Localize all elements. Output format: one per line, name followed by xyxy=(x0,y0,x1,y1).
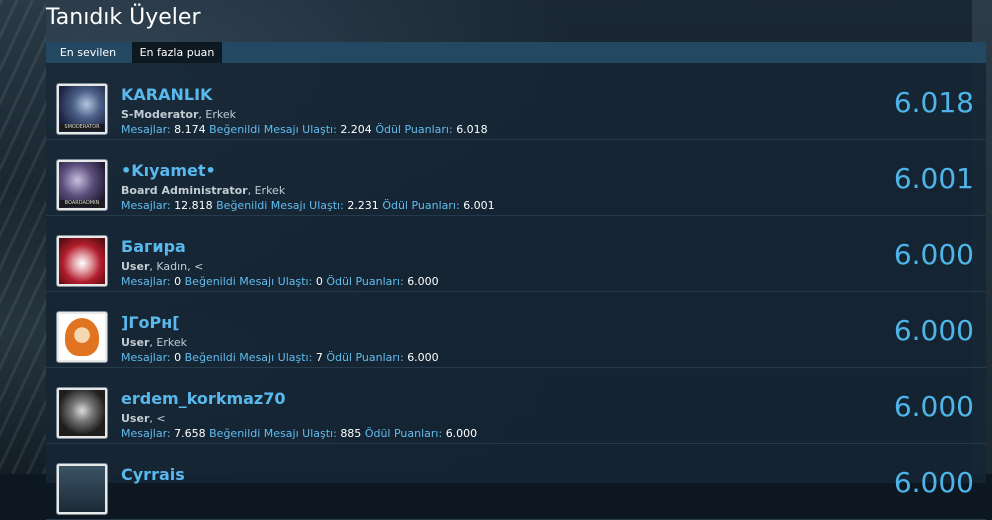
likes-value: 7 xyxy=(315,351,323,364)
member-name[interactable]: ]ГоРн[ xyxy=(121,313,180,333)
member-role: User xyxy=(121,260,150,273)
member-info: User, < xyxy=(121,412,166,426)
member-info: Board Administrator, Erkek xyxy=(121,184,285,198)
member-details: , Erkek xyxy=(198,108,237,121)
points-label: Ödül Puanları: xyxy=(375,123,453,136)
messages-value: 7.658 xyxy=(174,427,206,440)
tab-most-liked[interactable]: En sevilen xyxy=(46,42,130,63)
member-details: , Kadın, < xyxy=(149,260,204,273)
messages-label: Mesajlar: xyxy=(121,427,171,440)
likes-value: 885 xyxy=(340,427,362,440)
member-details: , < xyxy=(149,412,166,425)
kenny-icon xyxy=(65,318,99,356)
member-stats: Mesajlar: 0 Beğenildi Mesajı Ulaştı: 7 Ö… xyxy=(121,351,439,365)
avatar[interactable] xyxy=(56,463,108,515)
points-value: 6.001 xyxy=(463,199,495,212)
member-score: 6.000 xyxy=(893,314,974,347)
member-details: , Erkek xyxy=(247,184,286,197)
points-value: 6.000 xyxy=(445,427,478,440)
avatar[interactable]: BOARDADMIN xyxy=(56,159,108,211)
points-value: 6.000 xyxy=(407,275,439,288)
member-stats: Mesajlar: 0 Beğenildi Mesajı Ulaştı: 0 Ö… xyxy=(121,275,439,289)
member-row: Багира User, Kadın, < Mesajlar: 0 Beğeni… xyxy=(46,215,986,292)
member-row: erdem_korkmaz70 User, < Mesajlar: 7.658 … xyxy=(46,367,986,444)
points-label: Ödül Puanları: xyxy=(382,199,460,212)
avatar[interactable] xyxy=(56,311,108,363)
points-label: Ödül Puanları: xyxy=(326,275,404,288)
likes-value: 2.231 xyxy=(347,199,379,212)
messages-label: Mesajlar: xyxy=(121,123,171,136)
member-details: , Erkek xyxy=(149,336,187,349)
member-name[interactable]: Cyrrais xyxy=(121,465,185,485)
messages-value: 8.174 xyxy=(174,123,206,136)
member-info: User, Erkek xyxy=(121,336,187,350)
member-role: User xyxy=(121,336,150,349)
messages-value: 0 xyxy=(174,275,182,288)
member-name[interactable]: Багира xyxy=(121,237,186,257)
avatar[interactable]: SMODERATOR xyxy=(56,83,108,135)
avatar-badge: SMODERATOR xyxy=(60,124,104,131)
messages-label: Mesajlar: xyxy=(121,351,171,364)
member-name[interactable]: •Kıyamet• xyxy=(121,161,216,181)
member-row: SMODERATOR KARANLIK S-Moderator, Erkek M… xyxy=(46,63,986,140)
member-role: S-Moderator xyxy=(121,108,199,121)
messages-value: 12.818 xyxy=(174,199,213,212)
likes-label: Beğenildi Mesajı Ulaştı: xyxy=(184,275,313,288)
messages-label: Mesajlar: xyxy=(121,199,171,212)
messages-value: 0 xyxy=(174,351,182,364)
member-score: 6.000 xyxy=(893,390,974,423)
avatar[interactable] xyxy=(56,387,108,439)
tab-bar: En sevilen En fazla puan xyxy=(46,42,986,63)
avatar[interactable] xyxy=(56,235,108,287)
likes-label: Beğenildi Mesajı Ulaştı: xyxy=(216,199,344,212)
member-row: ]ГоРн[ User, Erkek Mesajlar: 0 Beğenildi… xyxy=(46,291,986,368)
member-info: S-Moderator, Erkek xyxy=(121,108,236,122)
background-art-left xyxy=(0,0,46,474)
points-label: Ödül Puanları: xyxy=(364,427,443,440)
member-name[interactable]: KARANLIK xyxy=(121,85,212,105)
points-value: 6.000 xyxy=(407,351,439,364)
likes-value: 0 xyxy=(315,275,323,288)
points-label: Ödül Puanları: xyxy=(326,351,404,364)
likes-value: 2.204 xyxy=(340,123,372,136)
member-role: User xyxy=(121,412,150,425)
likes-label: Beğenildi Mesajı Ulaştı: xyxy=(184,351,313,364)
member-score: 6.000 xyxy=(893,238,974,271)
member-stats: Mesajlar: 7.658 Beğenildi Mesajı Ulaştı:… xyxy=(121,427,477,441)
member-name[interactable]: erdem_korkmaz70 xyxy=(121,389,286,409)
member-score: 6.001 xyxy=(893,162,974,195)
section-title: Tanıdık Üyeler xyxy=(46,5,201,30)
likes-label: Beğenildi Mesajı Ulaştı: xyxy=(209,427,337,440)
member-score: 6.000 xyxy=(893,466,974,499)
member-info: User, Kadın, < xyxy=(121,260,203,274)
messages-label: Mesajlar: xyxy=(121,275,171,288)
points-value: 6.018 xyxy=(456,123,488,136)
member-row: BOARDADMIN •Kıyamet• Board Administrator… xyxy=(46,139,986,216)
member-stats: Mesajlar: 12.818 Beğenildi Mesajı Ulaştı… xyxy=(121,199,495,213)
member-score: 6.018 xyxy=(893,86,974,119)
avatar-badge: BOARDADMIN xyxy=(60,200,104,207)
member-role: Board Administrator xyxy=(121,184,248,197)
member-list: SMODERATOR KARANLIK S-Moderator, Erkek M… xyxy=(46,63,986,520)
member-row: Cyrrais 6.000 xyxy=(46,443,986,520)
tab-most-points[interactable]: En fazla puan xyxy=(132,42,222,63)
member-stats: Mesajlar: 8.174 Beğenildi Mesajı Ulaştı:… xyxy=(121,123,488,137)
likes-label: Beğenildi Mesajı Ulaştı: xyxy=(209,123,337,136)
